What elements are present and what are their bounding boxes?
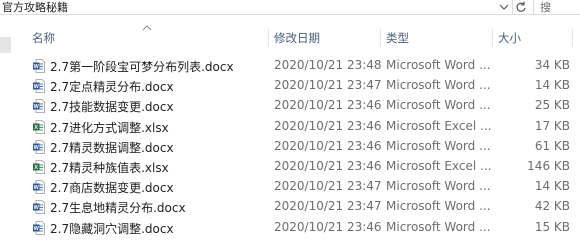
file-size: 14 KB: [534, 78, 570, 93]
file-name[interactable]: 2.7生息地精灵分布.docx: [50, 199, 186, 216]
file-name[interactable]: 2.7第一阶段宝可梦分布列表.docx: [50, 58, 234, 75]
word-doc-icon: W: [33, 139, 45, 154]
column-divider[interactable]: [380, 28, 381, 46]
file-row[interactable]: W 2.7生息地精灵分布.docx 2020/10/21 23:47 Micro…: [14, 198, 580, 218]
file-type: Microsoft Excel ...: [386, 118, 492, 133]
file-size: 25 KB: [534, 98, 570, 113]
word-doc-icon: W: [33, 59, 45, 73]
column-header-date[interactable]: 修改日期: [274, 30, 320, 46]
search-placeholder: 搜: [540, 1, 551, 14]
svg-text:W: W: [34, 84, 40, 90]
svg-text:W: W: [34, 226, 40, 232]
file-type: Microsoft Excel ...: [386, 158, 492, 173]
file-name[interactable]: 2.7精灵数据调整.docx: [50, 139, 174, 156]
file-list: W 2.7第一阶段宝可梦分布列表.docx 2020/10/21 23:48 M…: [14, 57, 580, 239]
svg-text:W: W: [34, 145, 40, 151]
nav-pane-selected-item[interactable]: [0, 37, 11, 53]
sort-ascending-icon: [142, 20, 152, 31]
navigation-pane[interactable]: [0, 15, 14, 250]
file-type: Microsoft Word ...: [386, 219, 491, 234]
column-divider[interactable]: [492, 28, 493, 46]
file-row[interactable]: W 2.7定点精灵分布.docx 2020/10/21 23:47 Micros…: [14, 77, 580, 97]
file-row[interactable]: X 2.7进化方式调整.xlsx 2020/10/21 23:46 Micros…: [14, 118, 580, 138]
column-divider[interactable]: [572, 28, 573, 46]
file-row[interactable]: W 2.7商店数据变更.docx 2020/10/21 23:47 Micros…: [14, 178, 580, 198]
word-doc-icon: W: [33, 180, 45, 195]
svg-text:W: W: [34, 105, 40, 111]
svg-text:W: W: [34, 206, 40, 212]
file-explorer-window: 官方攻略秘籍 搜 名称 修改日期 类型 大小 W 2.7第一阶段宝可梦分布列表.…: [0, 0, 580, 250]
column-divider[interactable]: [268, 28, 269, 46]
file-date: 2020/10/21 23:46: [274, 98, 382, 113]
file-size: 17 KB: [534, 118, 570, 133]
search-input[interactable]: 搜: [533, 0, 580, 14]
word-doc-icon: W: [33, 200, 45, 215]
svg-text:W: W: [34, 185, 40, 191]
file-date: 2020/10/21 23:47: [274, 179, 382, 194]
column-header-name[interactable]: 名称: [32, 30, 55, 46]
word-doc-icon: W: [33, 79, 45, 94]
file-date: 2020/10/21 23:48: [274, 58, 382, 72]
file-size: 61 KB: [534, 138, 570, 153]
refresh-icon[interactable]: [512, 0, 529, 14]
file-row[interactable]: W 2.7精灵数据调整.docx 2020/10/21 23:46 Micros…: [14, 138, 580, 158]
file-name[interactable]: 2.7商店数据变更.docx: [50, 179, 174, 196]
file-name[interactable]: 2.7精灵种族值表.xlsx: [50, 159, 169, 176]
file-type: Microsoft Word ...: [386, 58, 491, 72]
file-date: 2020/10/21 23:46: [274, 138, 382, 153]
chevron-down-icon[interactable]: [498, 1, 510, 13]
file-row[interactable]: X 2.7精灵种族值表.xlsx 2020/10/21 23:46 Micros…: [14, 158, 580, 178]
column-header-row: 名称 修改日期 类型 大小: [14, 28, 580, 46]
word-doc-icon: W: [33, 99, 45, 114]
svg-text:X: X: [34, 165, 38, 171]
excel-sheet-icon: X: [33, 160, 45, 174]
file-date: 2020/10/21 23:47: [274, 199, 382, 214]
file-row[interactable]: W 2.7隐藏洞穴调整.docx 2020/10/21 23:46 Micros…: [14, 219, 580, 239]
file-date: 2020/10/21 23:46: [274, 219, 382, 234]
file-name[interactable]: 2.7技能数据变更.docx: [50, 98, 174, 115]
file-name[interactable]: 2.7进化方式调整.xlsx: [50, 119, 169, 136]
column-header-size[interactable]: 大小: [498, 30, 521, 46]
file-name[interactable]: 2.7定点精灵分布.docx: [50, 78, 174, 95]
file-size: 146 KB: [527, 158, 570, 173]
file-type: Microsoft Word ...: [386, 138, 491, 153]
svg-text:W: W: [34, 64, 40, 70]
svg-text:X: X: [34, 125, 38, 131]
file-name[interactable]: 2.7隐藏洞穴调整.docx: [50, 220, 174, 237]
file-row[interactable]: W 2.7技能数据变更.docx 2020/10/21 23:46 Micros…: [14, 97, 580, 117]
file-date: 2020/10/21 23:46: [274, 118, 382, 133]
file-type: Microsoft Word ...: [386, 179, 491, 194]
file-size: 14 KB: [534, 179, 570, 194]
file-date: 2020/10/21 23:46: [274, 158, 382, 173]
word-doc-icon: W: [33, 220, 45, 235]
file-row[interactable]: W 2.7第一阶段宝可梦分布列表.docx 2020/10/21 23:48 M…: [14, 57, 580, 77]
file-size: 42 KB: [534, 199, 570, 214]
file-size: 15 KB: [534, 219, 570, 234]
file-type: Microsoft Word ...: [386, 199, 491, 214]
file-date: 2020/10/21 23:47: [274, 78, 382, 93]
address-bar[interactable]: 官方攻略秘籍 搜: [0, 0, 580, 15]
excel-sheet-icon: X: [33, 119, 45, 134]
file-size: 34 KB: [534, 58, 570, 72]
address-path[interactable]: 官方攻略秘籍: [2, 0, 68, 15]
file-type: Microsoft Word ...: [386, 78, 491, 93]
column-header-type[interactable]: 类型: [386, 30, 409, 46]
file-type: Microsoft Word ...: [386, 98, 491, 113]
